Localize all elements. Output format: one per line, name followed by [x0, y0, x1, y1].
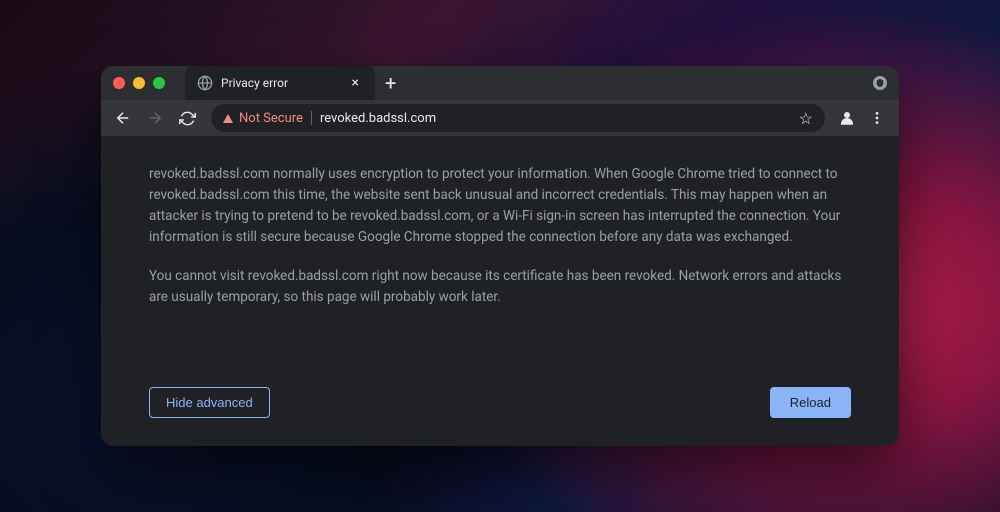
hide-advanced-button[interactable]: Hide advanced — [149, 387, 270, 418]
back-button[interactable] — [109, 104, 137, 132]
title-bar: Privacy error × + — [101, 66, 899, 100]
address-bar[interactable]: Not Secure revoked.badssl.com ☆ — [211, 104, 825, 132]
browser-window: Privacy error × + Not Secure revoked.bad… — [101, 66, 899, 446]
error-paragraph-2: You cannot visit revoked.badssl.com righ… — [149, 266, 851, 308]
bookmark-icon[interactable]: ☆ — [799, 109, 813, 128]
window-controls — [101, 77, 177, 89]
url-text: revoked.badssl.com — [320, 111, 791, 126]
error-paragraph-1: revoked.badssl.com normally uses encrypt… — [149, 164, 851, 248]
tab-title: Privacy error — [221, 76, 340, 90]
forward-button[interactable] — [141, 104, 169, 132]
maximize-window-button[interactable] — [153, 77, 165, 89]
page-content: revoked.badssl.com normally uses encrypt… — [101, 136, 899, 446]
warning-icon — [223, 114, 233, 123]
menu-button[interactable] — [863, 104, 891, 132]
security-indicator[interactable]: Not Secure — [223, 111, 303, 126]
reload-button[interactable] — [173, 104, 201, 132]
globe-icon — [197, 75, 213, 91]
tab-close-button[interactable]: × — [348, 75, 363, 91]
divider — [311, 111, 312, 125]
close-window-button[interactable] — [113, 77, 125, 89]
new-tab-button[interactable]: + — [375, 73, 406, 93]
security-label: Not Secure — [239, 111, 303, 126]
profile-button[interactable] — [835, 106, 859, 130]
button-row: Hide advanced Reload — [149, 387, 851, 418]
minimize-window-button[interactable] — [133, 77, 145, 89]
reload-page-button[interactable]: Reload — [770, 387, 851, 418]
browser-tab[interactable]: Privacy error × — [185, 66, 375, 100]
toolbar: Not Secure revoked.badssl.com ☆ — [101, 100, 899, 136]
incognito-icon[interactable] — [873, 76, 887, 90]
